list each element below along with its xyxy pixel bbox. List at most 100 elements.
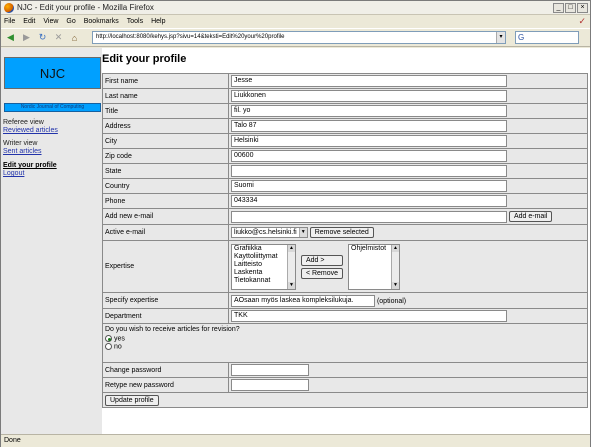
profile-form: First name Jesse Last name Liukkonen Tit… [102,73,588,408]
scroll-down-icon[interactable]: ▼ [288,281,295,289]
form-row: Active e-mail liukko@cs.helsinki.fi ▼ Re… [102,224,588,241]
scroll-up-icon[interactable]: ▲ [288,244,295,252]
optional-note: (optional) [376,297,407,305]
country-input[interactable]: Suomi [231,180,507,192]
minimize-button[interactable]: _ [553,2,564,13]
menu-file[interactable]: File [4,18,15,25]
add-email-label: Add new e-mail [102,208,229,225]
phone-input[interactable]: 043334 [231,195,507,207]
sent-articles-link[interactable]: Sent articles [3,148,42,155]
title-bar: NJC - Edit your profile - Mozilla Firefo… [1,1,590,15]
page-content: NJC Nordic Journal of Computing Referee … [1,48,590,434]
form-row: Retype new password [102,377,588,393]
referee-view-label: Referee view [3,119,44,126]
first-name-input[interactable]: Jesse [231,75,507,87]
window-title: NJC - Edit your profile - Mozilla Firefo… [17,3,154,12]
add-email-button[interactable]: Add e-mail [508,211,553,222]
first-name-label: First name [102,73,229,89]
form-row: Specify expertise AOsaan myös laskea kom… [102,292,588,309]
zip-code-input[interactable]: 00600 [231,150,507,162]
form-row: Change password [102,362,588,378]
firefox-icon [4,2,14,13]
list-item[interactable]: Grafiikka [232,245,295,253]
expertise-label: Expertise [102,240,229,293]
form-row: First name Jesse [102,73,588,89]
scroll-up-icon[interactable]: ▲ [392,244,400,252]
form-row: Add new e-mail Add e-mail [102,208,588,225]
form-row: City Helsinki [102,133,588,149]
edit-profile-link[interactable]: Edit your profile [3,162,57,169]
scroll-down-icon[interactable]: ▼ [392,281,400,289]
zip-code-label: Zip code [102,148,229,164]
expertise-buttons: Add > < Remove [300,254,344,279]
revision-yes-option[interactable]: yes [105,335,585,342]
menu-bookmarks[interactable]: Bookmarks [84,18,119,25]
specify-expertise-input[interactable]: AOsaan myös laskea kompleksilukuja. [231,294,375,307]
city-label: City [102,133,229,149]
url-text: http://localhost:8080/kehys.jsp?sivu=14&… [96,34,285,40]
menu-help[interactable]: Help [151,18,165,25]
form-row: Country Suomi [102,178,588,194]
window-controls: _ □ × [553,2,588,13]
chevron-down-icon: ▼ [298,228,307,237]
close-button[interactable]: × [577,2,588,13]
scrollbar[interactable]: ▲ ▼ [391,244,400,289]
add-email-input[interactable] [231,210,507,223]
scrollbar[interactable]: ▲ ▼ [287,244,295,289]
expertise-selected-list[interactable]: Ohjelmistot ▲ ▼ [348,243,401,290]
stop-icon[interactable]: ✕ [52,31,65,44]
department-label: Department [102,308,229,324]
radio-yes[interactable] [105,335,112,342]
title-label: Title [102,103,229,119]
forward-arrow-icon[interactable]: ▶ [20,31,33,44]
add-expertise-button[interactable]: Add > [300,254,344,266]
browser-window: NJC - Edit your profile - Mozilla Firefo… [0,0,591,447]
update-profile-button[interactable]: Update profile [105,394,159,406]
sidebar: NJC Nordic Journal of Computing Referee … [1,48,103,434]
active-email-select[interactable]: liukko@cs.helsinki.fi ▼ [231,227,308,238]
state-input[interactable] [231,165,507,177]
radio-no-label: no [113,343,122,351]
remove-expertise-button[interactable]: < Remove [300,267,344,279]
reload-icon[interactable]: ↻ [36,31,49,44]
url-bar[interactable]: http://localhost:8080/kehys.jsp?sivu=14&… [92,31,506,44]
list-item[interactable]: Laskenta [232,269,295,277]
change-password-input[interactable] [231,364,309,376]
department-input[interactable]: TKK [231,310,507,322]
chevron-down-icon[interactable]: ▾ [496,32,505,43]
list-item[interactable]: Tietokannat [232,277,295,285]
menu-go[interactable]: Go [66,18,75,25]
search-box[interactable]: G [515,31,579,44]
radio-yes-label: yes [113,335,125,343]
form-row: Title fil. yo [102,103,588,119]
form-row: Expertise Grafiikka Kayttoliittymat Lait… [102,240,588,293]
specify-expertise-label: Specify expertise [102,292,229,309]
city-input[interactable]: Helsinki [231,135,507,147]
title-input[interactable]: fil. yo [231,105,507,117]
maximize-button[interactable]: □ [565,2,576,13]
menu-edit[interactable]: Edit [23,18,35,25]
last-name-label: Last name [102,88,229,104]
journal-name: Nordic Journal of Computing [4,103,101,112]
last-name-input[interactable]: Liukkonen [231,90,507,102]
back-arrow-icon[interactable]: ◀ [4,31,17,44]
form-row: Address Talo 87 [102,118,588,134]
retype-password-input[interactable] [231,379,309,391]
expertise-available-list[interactable]: Grafiikka Kayttoliittymat Laitteisto Las… [231,243,296,290]
menu-view[interactable]: View [43,18,58,25]
address-input[interactable]: Talo 87 [231,120,507,132]
list-item[interactable]: Kayttoliittymat [232,253,295,261]
list-item[interactable]: Laitteisto [232,261,295,269]
writer-view-label: Writer view [3,140,38,147]
remove-selected-button[interactable]: Remove selected [309,227,374,238]
logout-link[interactable]: Logout [3,170,24,177]
menu-tools[interactable]: Tools [127,18,143,25]
form-row: Do you wish to receive articles for revi… [102,323,588,363]
form-row: Last name Liukkonen [102,88,588,104]
reviewed-articles-link[interactable]: Reviewed articles [3,127,58,134]
navigation-toolbar: ◀ ▶ ↻ ✕ ⌂ http://localhost:8080/kehys.js… [1,28,590,47]
home-icon[interactable]: ⌂ [68,31,81,44]
revision-no-option[interactable]: no [105,343,585,351]
radio-no[interactable] [105,343,112,351]
phone-label: Phone [102,193,229,209]
